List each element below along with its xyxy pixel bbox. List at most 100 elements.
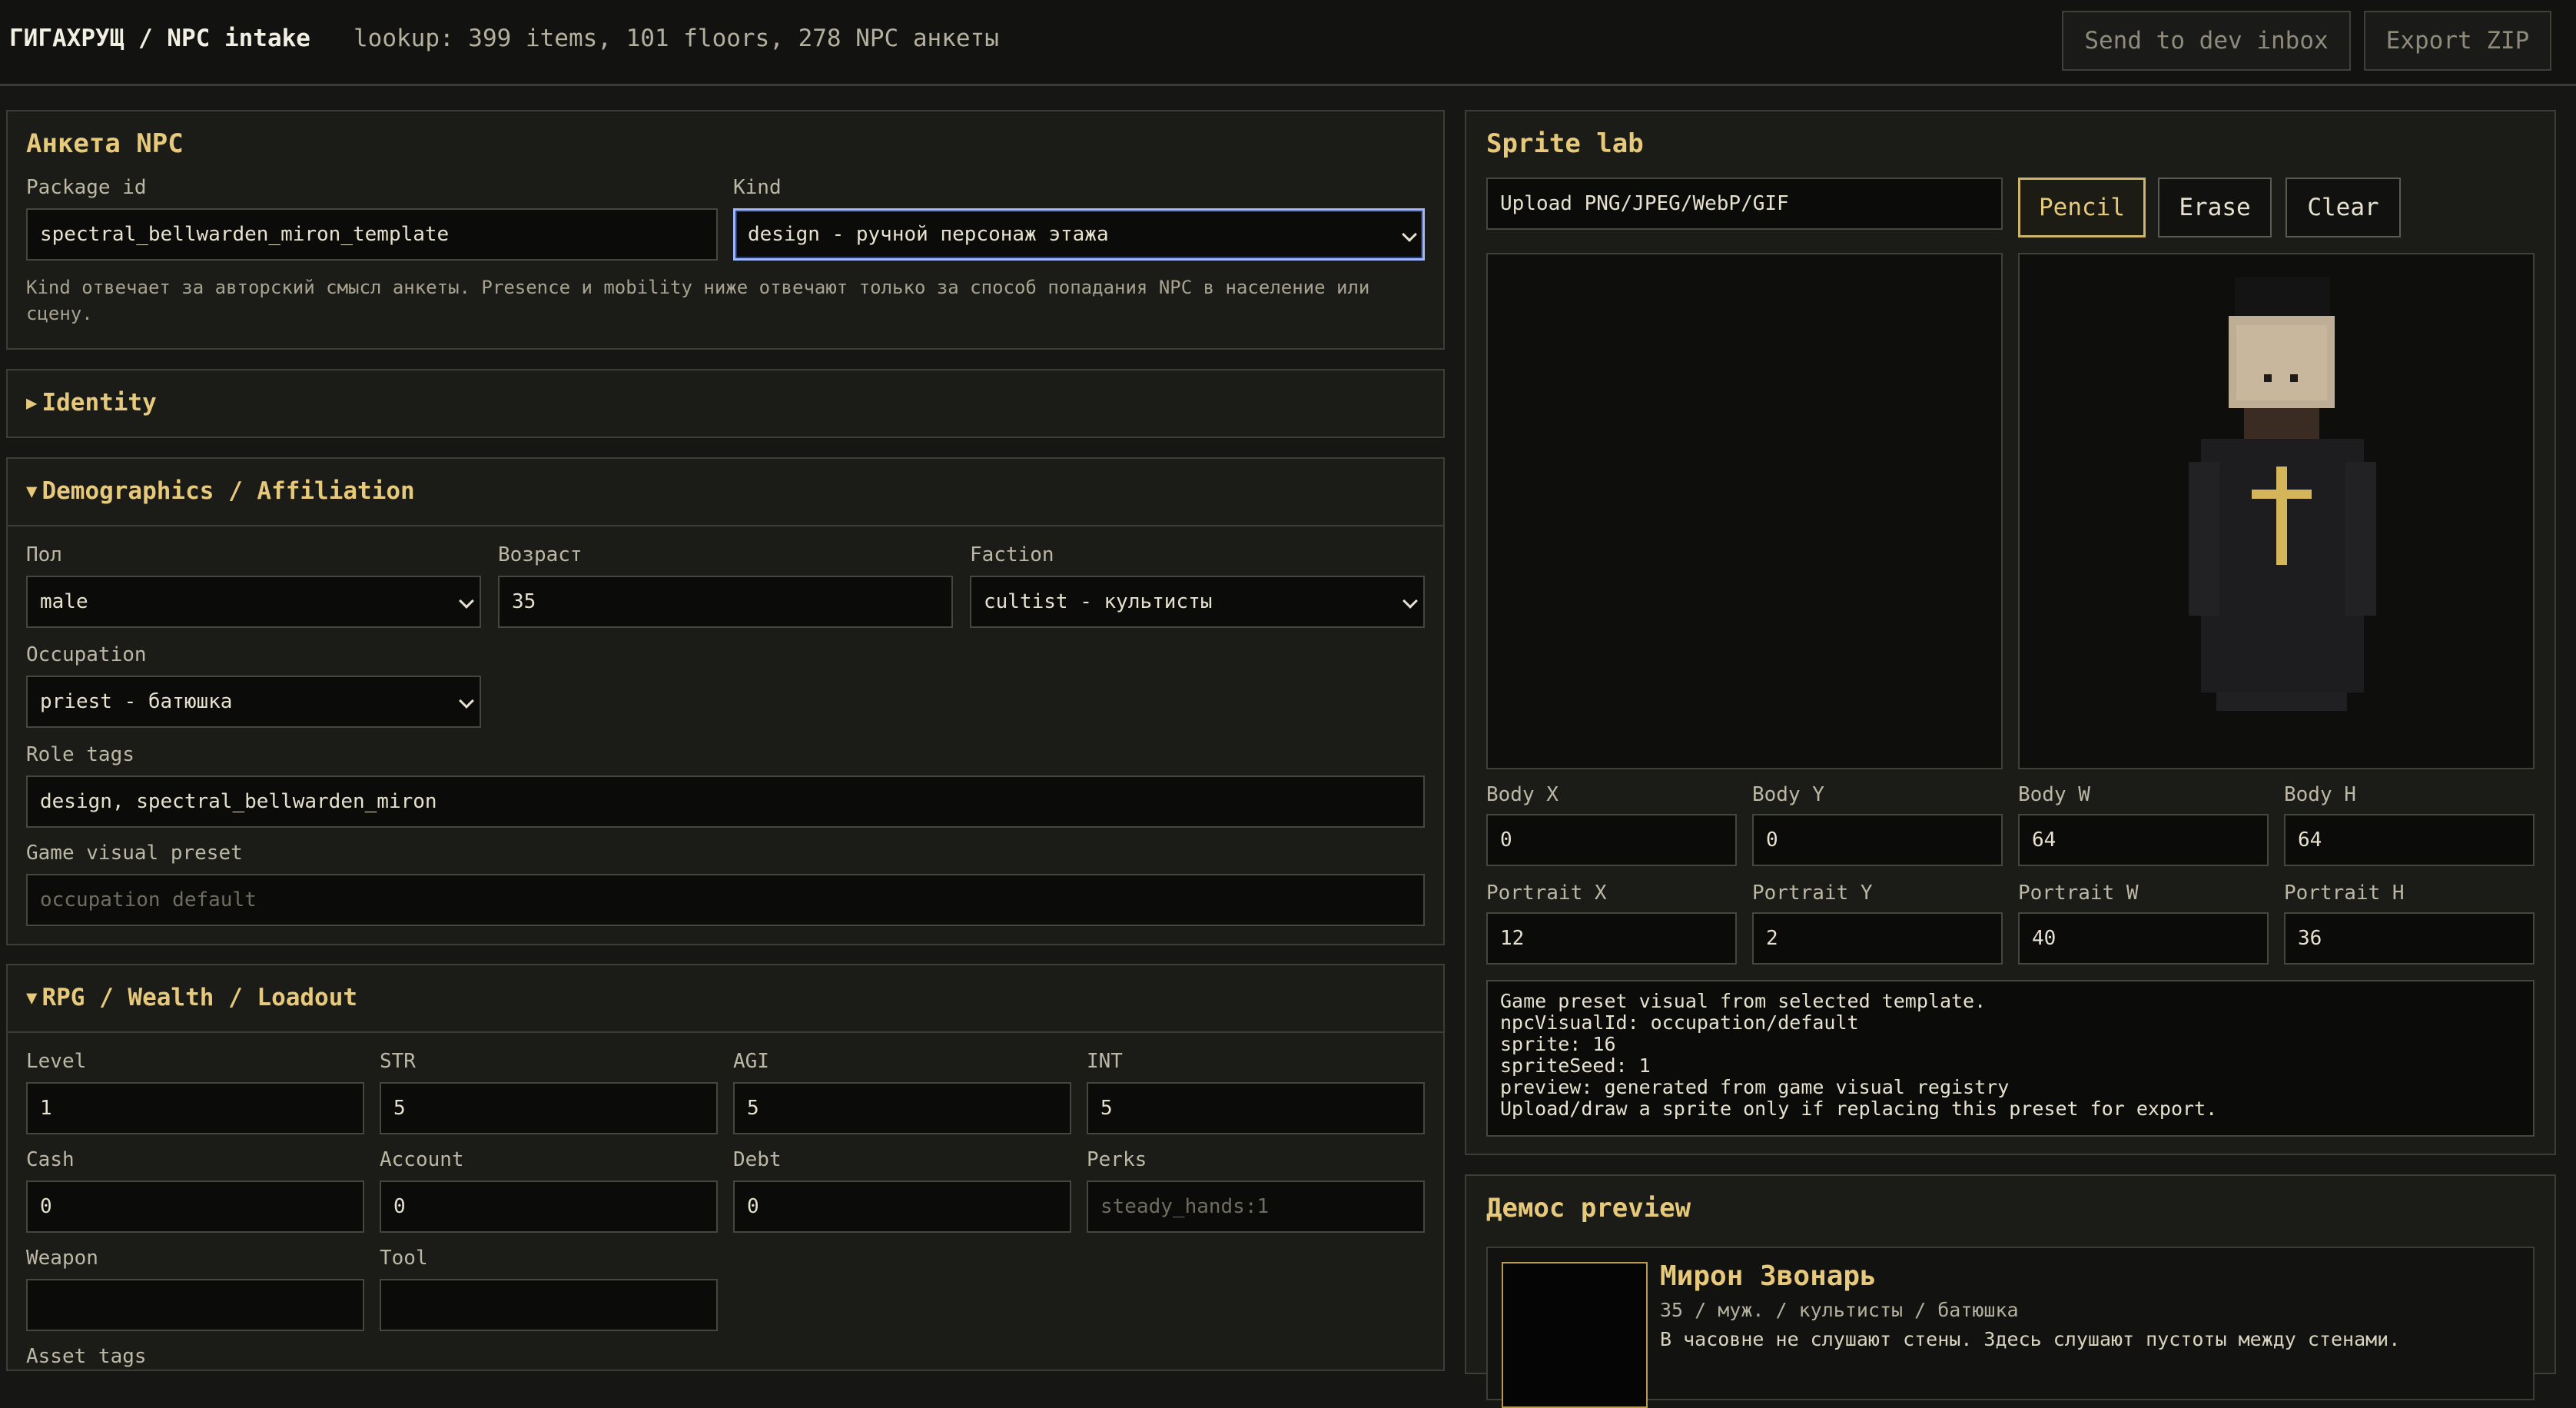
npc-meta: 35 / муж. / культисты / батюшка xyxy=(1660,1299,2019,1321)
debt-label: Debt xyxy=(733,1148,782,1171)
visual-preset-label: Game visual preset xyxy=(26,842,243,865)
anketa-panel: Анкета NPC Package id Kind design - ручн… xyxy=(6,110,1445,350)
portrait-x-input[interactable] xyxy=(1486,912,1737,965)
upload-label: Upload PNG/JPEG/WebP/GIF xyxy=(1500,192,1789,215)
chevron-down-icon xyxy=(459,593,474,609)
account-input[interactable] xyxy=(380,1181,718,1233)
str-input[interactable] xyxy=(380,1082,718,1134)
portrait-h-label: Portrait H xyxy=(2284,882,2405,905)
weapon-label: Weapon xyxy=(26,1247,98,1270)
divider xyxy=(8,525,1443,526)
npc-quote: В часовне не слушают стены. Здесь слушаю… xyxy=(1660,1328,2401,1350)
demographics-section: ▼ Demographics / Affiliation Пол male Во… xyxy=(6,457,1445,945)
info-line: npcVisualId: occupation/default xyxy=(1500,1011,1859,1034)
rpg-section: ▼ RPG / Wealth / Loadout Level STR AGI I… xyxy=(6,964,1445,1371)
kind-value: design - ручной персонаж этажа xyxy=(748,223,1109,246)
weapon-input[interactable] xyxy=(26,1279,364,1331)
body-w-label: Body W xyxy=(2018,783,2090,806)
visual-preset-input[interactable] xyxy=(26,874,1425,926)
int-label: INT xyxy=(1087,1050,1123,1073)
chevron-down-icon xyxy=(1402,227,1417,242)
pencil-button[interactable]: Pencil xyxy=(2018,178,2146,237)
upload-input[interactable]: Upload PNG/JPEG/WebP/GIF xyxy=(1486,178,2003,230)
debt-input[interactable] xyxy=(733,1181,1071,1233)
faction-select[interactable]: cultist - культисты xyxy=(970,576,1425,628)
role-tags-input[interactable] xyxy=(26,775,1425,828)
faction-value: cultist - культисты xyxy=(984,590,1213,613)
draw-canvas[interactable] xyxy=(1486,253,2003,769)
kind-select[interactable]: design - ручной персонаж этажа xyxy=(733,208,1425,261)
visual-info-box: Game preset visual from selected templat… xyxy=(1486,980,2535,1137)
npc-name: Мирон Звонарь xyxy=(1660,1260,1877,1292)
rpg-header[interactable]: ▼ RPG / Wealth / Loadout xyxy=(26,984,357,1011)
demos-preview-panel: Демос preview Мирон Звонарь 35 / муж. / … xyxy=(1465,1174,2556,1408)
divider xyxy=(8,1031,1443,1033)
portrait-y-label: Portrait Y xyxy=(1752,882,1873,905)
kind-hint: Kind отвечает за авторский смысл анкеты.… xyxy=(26,277,1370,324)
body-x-label: Body X xyxy=(1486,783,1559,806)
info-line: preview: generated from game visual regi… xyxy=(1500,1076,2010,1098)
top-bar: ГИГАХРУЩ / NPC intake lookup: 399 items,… xyxy=(0,0,2576,86)
portrait-w-label: Portrait W xyxy=(2018,882,2139,905)
info-line: sprite: 16 xyxy=(1500,1033,1616,1055)
export-zip-button[interactable]: Export ZIP xyxy=(2364,11,2551,71)
occupation-select[interactable]: priest - батюшка xyxy=(26,676,481,728)
chevron-down-icon xyxy=(459,693,474,709)
cash-input[interactable] xyxy=(26,1181,364,1233)
sex-select[interactable]: male xyxy=(26,576,481,628)
sex-label: Пол xyxy=(26,543,62,566)
package-id-input[interactable] xyxy=(26,208,718,261)
portrait-h-input[interactable] xyxy=(2284,912,2535,965)
identity-title: Identity xyxy=(41,389,157,417)
body-h-input[interactable] xyxy=(2284,814,2535,866)
demos-title: Демос preview xyxy=(1486,1193,1691,1224)
send-to-dev-inbox-button[interactable]: Send to dev inbox xyxy=(2062,11,2351,71)
sprite-lab-title: Sprite lab xyxy=(1486,128,1644,159)
tool-input[interactable] xyxy=(380,1279,718,1331)
info-line: Game preset visual from selected templat… xyxy=(1500,990,1987,1012)
agi-label: AGI xyxy=(733,1050,769,1073)
portrait-y-input[interactable] xyxy=(1752,912,2003,965)
lookup-summary: lookup: 399 items, 101 floors, 278 NPC а… xyxy=(354,25,999,52)
npc-portrait xyxy=(1502,1262,1648,1408)
portrait-x-label: Portrait X xyxy=(1486,882,1607,905)
demographics-header[interactable]: ▼ Demographics / Affiliation xyxy=(26,477,415,505)
occupation-label: Occupation xyxy=(26,643,147,666)
body-y-input[interactable] xyxy=(1752,814,2003,866)
chevron-down-icon xyxy=(1403,593,1418,609)
perks-input[interactable] xyxy=(1087,1181,1425,1233)
cash-label: Cash xyxy=(26,1148,75,1171)
sprite-preview xyxy=(2018,253,2535,769)
caret-down-icon: ▼ xyxy=(26,480,38,502)
age-label: Возраст xyxy=(498,543,583,566)
agi-input[interactable] xyxy=(733,1082,1071,1134)
clear-button[interactable]: Clear xyxy=(2286,178,2401,237)
level-input[interactable] xyxy=(26,1082,364,1134)
erase-button[interactable]: Erase xyxy=(2158,178,2272,237)
portrait-w-input[interactable] xyxy=(2018,912,2269,965)
perks-label: Perks xyxy=(1087,1148,1147,1171)
body-x-input[interactable] xyxy=(1486,814,1737,866)
body-h-label: Body H xyxy=(2284,783,2356,806)
identity-section[interactable]: ▶ Identity xyxy=(6,369,1445,438)
sex-value: male xyxy=(40,590,88,613)
package-id-label: Package id xyxy=(26,176,147,199)
int-input[interactable] xyxy=(1087,1082,1425,1134)
age-input[interactable] xyxy=(498,576,953,628)
body-w-input[interactable] xyxy=(2018,814,2269,866)
role-tags-label: Role tags xyxy=(26,743,134,766)
kind-label: Kind xyxy=(733,176,782,199)
anketa-title: Анкета NPC xyxy=(26,128,184,159)
tool-label: Tool xyxy=(380,1247,428,1270)
caret-right-icon: ▶ xyxy=(26,392,38,413)
npc-card: Мирон Звонарь 35 / муж. / культисты / ба… xyxy=(1486,1247,2535,1408)
demographics-title: Demographics / Affiliation xyxy=(41,477,415,505)
faction-label: Faction xyxy=(970,543,1054,566)
identity-header[interactable]: ▶ Identity xyxy=(26,389,157,417)
app-title: ГИГАХРУЩ / NPC intake xyxy=(9,25,310,52)
sprite-lab-panel: Sprite lab Upload PNG/JPEG/WebP/GIF Penc… xyxy=(1465,110,2556,1155)
priest-sprite-icon xyxy=(2189,277,2376,711)
info-line: spriteSeed: 1 xyxy=(1500,1054,1651,1077)
caret-down-icon: ▼ xyxy=(26,987,38,1008)
info-line: Upload/draw a sprite only if replacing t… xyxy=(1500,1098,2218,1120)
